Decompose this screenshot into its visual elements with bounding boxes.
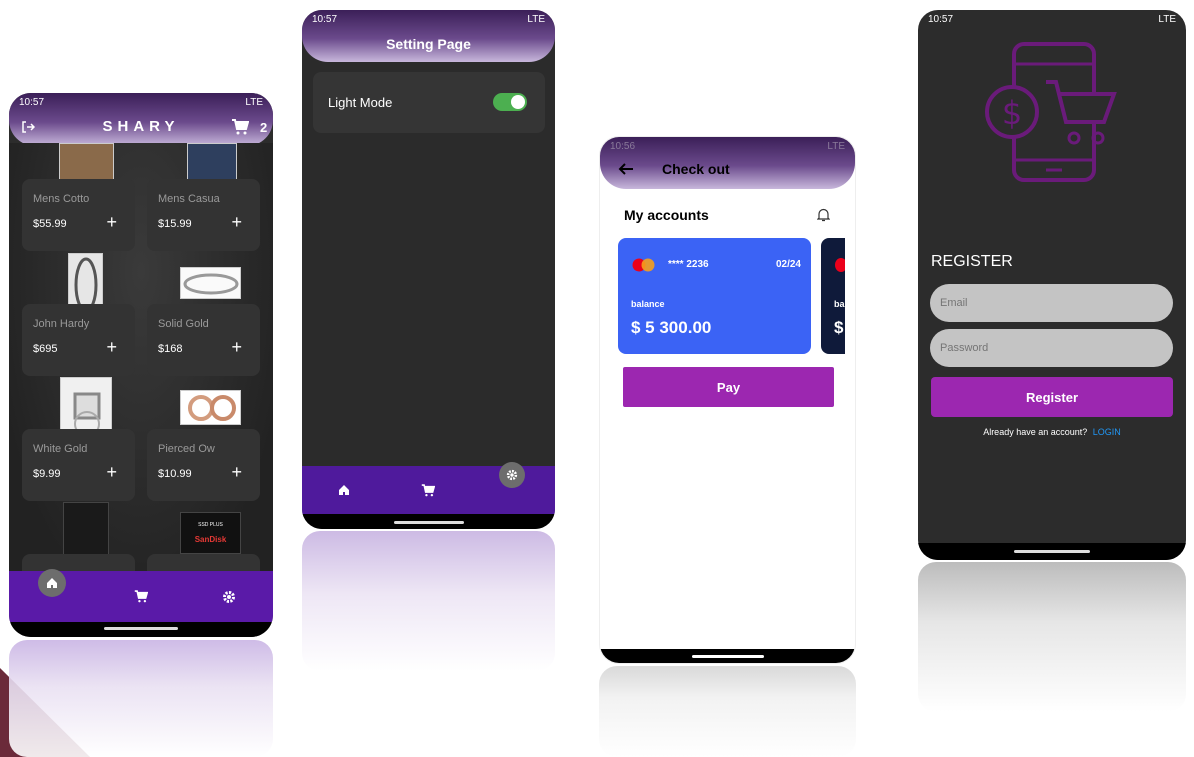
product-card[interactable]: Mens Cotto $55.99 +	[22, 179, 135, 251]
product-card[interactable]	[147, 554, 260, 571]
cart-icon[interactable]	[129, 585, 153, 609]
balance-label: balance	[631, 299, 665, 309]
card-number: **** 2236	[668, 259, 709, 270]
product-name: White Gold	[33, 443, 88, 455]
home-indicator	[1014, 550, 1090, 553]
register-button[interactable]: Register	[931, 377, 1173, 417]
bell-icon[interactable]	[816, 208, 831, 227]
secondary-balance-label: ba	[834, 299, 845, 309]
register-screen: 10:57 LTE $ REGISTER Register Already ha…	[918, 10, 1186, 560]
svg-text:$: $	[1002, 94, 1022, 132]
login-prompt: Already have an account? LOGIN	[918, 427, 1186, 437]
status-bar: 10:57 LTE	[918, 10, 1186, 28]
page-title: Setting Page	[386, 36, 471, 52]
email-field[interactable]	[930, 284, 1173, 322]
product-card[interactable]	[22, 554, 135, 571]
password-field[interactable]	[930, 329, 1173, 367]
status-time: 10:57	[19, 96, 45, 108]
checkout-reflection	[599, 666, 856, 757]
register-heading: REGISTER	[931, 253, 1013, 270]
status-network: LTE	[1158, 13, 1176, 25]
product-card[interactable]: John Hardy $695 +	[22, 304, 135, 376]
status-time: 10:57	[928, 13, 954, 25]
product-price: $10.99	[158, 468, 192, 480]
have-account-text: Already have an account?	[983, 427, 1088, 437]
gear-icon[interactable]	[217, 585, 241, 609]
home-icon[interactable]	[332, 478, 356, 502]
mastercard-icon	[835, 258, 845, 272]
status-time: 10:57	[312, 13, 338, 25]
status-bar: 10:56 LTE	[600, 137, 855, 155]
settings-reflection	[302, 531, 555, 671]
add-to-cart-button[interactable]: +	[106, 337, 117, 358]
checkout-screen: 10:56 LTE Check out My accounts **** 223…	[599, 136, 856, 664]
settings-screen: 10:57 LTE Setting Page Light Mode	[302, 10, 555, 529]
product-price: $695	[33, 343, 58, 355]
cart-count: 2	[260, 120, 268, 135]
back-arrow-icon[interactable]	[618, 162, 634, 181]
add-to-cart-button[interactable]: +	[231, 212, 242, 233]
product-grid: Mens Cotto $55.99 + Mens Casua $15.99 + …	[9, 143, 273, 571]
product-name: John Hardy	[33, 318, 90, 330]
product-name: Pierced Ow	[158, 443, 215, 455]
add-to-cart-button[interactable]: +	[231, 462, 242, 483]
product-name: Mens Casua	[158, 193, 220, 205]
status-network: LTE	[827, 140, 845, 152]
product-price: $55.99	[33, 218, 67, 230]
status-network: LTE	[245, 96, 263, 108]
shopping-phone-icon: $	[984, 42, 1120, 189]
product-image	[180, 390, 241, 425]
product-price: $15.99	[158, 218, 192, 230]
product-card[interactable]: Pierced Ow $10.99 +	[147, 429, 260, 501]
add-to-cart-button[interactable]: +	[106, 462, 117, 483]
account-card[interactable]: **** 2236 02/24 balance $ 5 300.00	[618, 238, 811, 354]
home-active-button[interactable]	[38, 569, 66, 597]
light-mode-toggle[interactable]	[493, 93, 527, 111]
status-bar: 10:57 LTE	[302, 10, 555, 28]
register-reflection	[918, 562, 1186, 712]
home-indicator	[394, 521, 464, 524]
thumb-brand-label: SanDisk	[194, 535, 227, 544]
home-indicator	[692, 655, 764, 658]
shop-screen: 10:57 LTE SHARY 2 Mens Cotto $55.99 + Me…	[9, 93, 273, 637]
add-to-cart-button[interactable]: +	[106, 212, 117, 233]
secondary-account-card[interactable]: ba $	[821, 238, 845, 354]
thumb-ssd-label: SSD PLUS	[198, 522, 223, 528]
mastercard-icon	[632, 258, 656, 277]
shop-reflection	[9, 640, 273, 757]
login-link[interactable]: LOGIN	[1093, 427, 1121, 437]
product-image	[59, 143, 114, 180]
product-price: $168	[158, 343, 183, 355]
product-card[interactable]: White Gold $9.99 +	[22, 429, 135, 501]
page-title: Check out	[662, 161, 730, 177]
cart-icon[interactable]	[231, 119, 250, 140]
product-name: Solid Gold	[158, 318, 209, 330]
accounts-title: My accounts	[624, 207, 709, 223]
status-network: LTE	[527, 13, 545, 25]
light-mode-label: Light Mode	[328, 95, 393, 110]
cart-icon[interactable]	[416, 478, 440, 502]
toggle-knob	[511, 95, 525, 109]
product-image: SSD PLUS SanDisk	[180, 512, 241, 554]
status-bar: 10:57 LTE	[9, 93, 273, 111]
product-image	[187, 143, 237, 180]
product-card[interactable]: Mens Casua $15.99 +	[147, 179, 260, 251]
light-mode-row[interactable]: Light Mode	[313, 72, 545, 133]
product-image	[180, 267, 241, 299]
pay-button[interactable]: Pay	[623, 367, 834, 407]
screens-collage: 10:57 LTE SHARY 2 Mens Cotto $55.99 + Me…	[0, 0, 1194, 757]
product-name: Mens Cotto	[33, 193, 90, 205]
product-price: $9.99	[33, 468, 61, 480]
balance-value: $ 5 300.00	[631, 318, 712, 337]
status-time: 10:56	[610, 140, 636, 152]
secondary-balance-value: $	[834, 318, 844, 337]
add-to-cart-button[interactable]: +	[231, 337, 242, 358]
home-indicator	[104, 627, 178, 630]
product-card[interactable]: Solid Gold $168 +	[147, 304, 260, 376]
settings-active-button[interactable]	[499, 462, 525, 488]
card-expiry: 02/24	[775, 259, 801, 270]
